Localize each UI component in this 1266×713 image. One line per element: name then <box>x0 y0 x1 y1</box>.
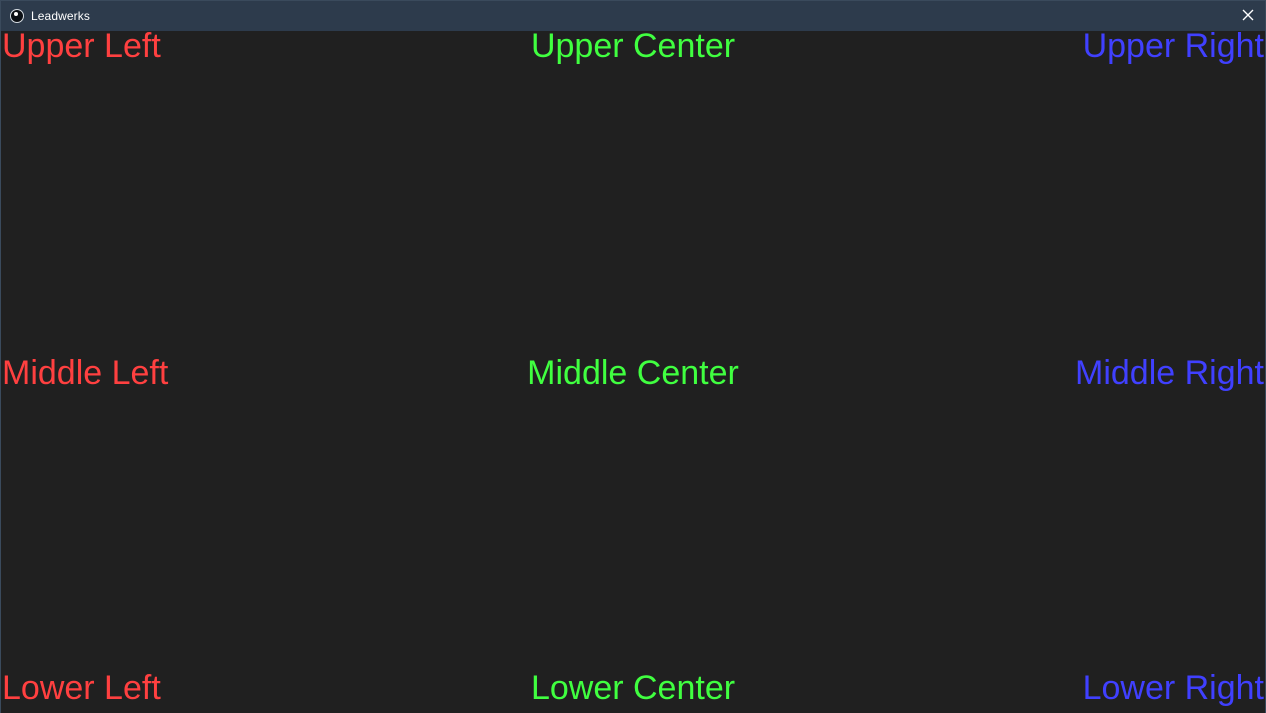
close-button[interactable] <box>1239 6 1257 24</box>
leadwerks-logo-icon <box>10 9 24 23</box>
app-window: Leadwerks Upper Left Upper Center Upper … <box>0 0 1266 713</box>
label-middle-left: Middle Left <box>2 354 169 392</box>
label-upper-right: Upper Right <box>1082 27 1264 65</box>
label-upper-center: Upper Center <box>530 27 736 65</box>
label-middle-right: Middle Right <box>1075 354 1264 392</box>
close-icon <box>1242 9 1254 21</box>
window-title: Leadwerks <box>31 9 90 23</box>
render-viewport[interactable]: Upper Left Upper Center Upper Right Midd… <box>1 27 1265 713</box>
label-middle-center: Middle Center <box>527 354 739 392</box>
label-lower-left: Lower Left <box>2 669 161 707</box>
label-lower-right: Lower Right <box>1082 669 1264 707</box>
label-lower-center: Lower Center <box>530 669 736 707</box>
label-upper-left: Upper Left <box>2 27 161 65</box>
